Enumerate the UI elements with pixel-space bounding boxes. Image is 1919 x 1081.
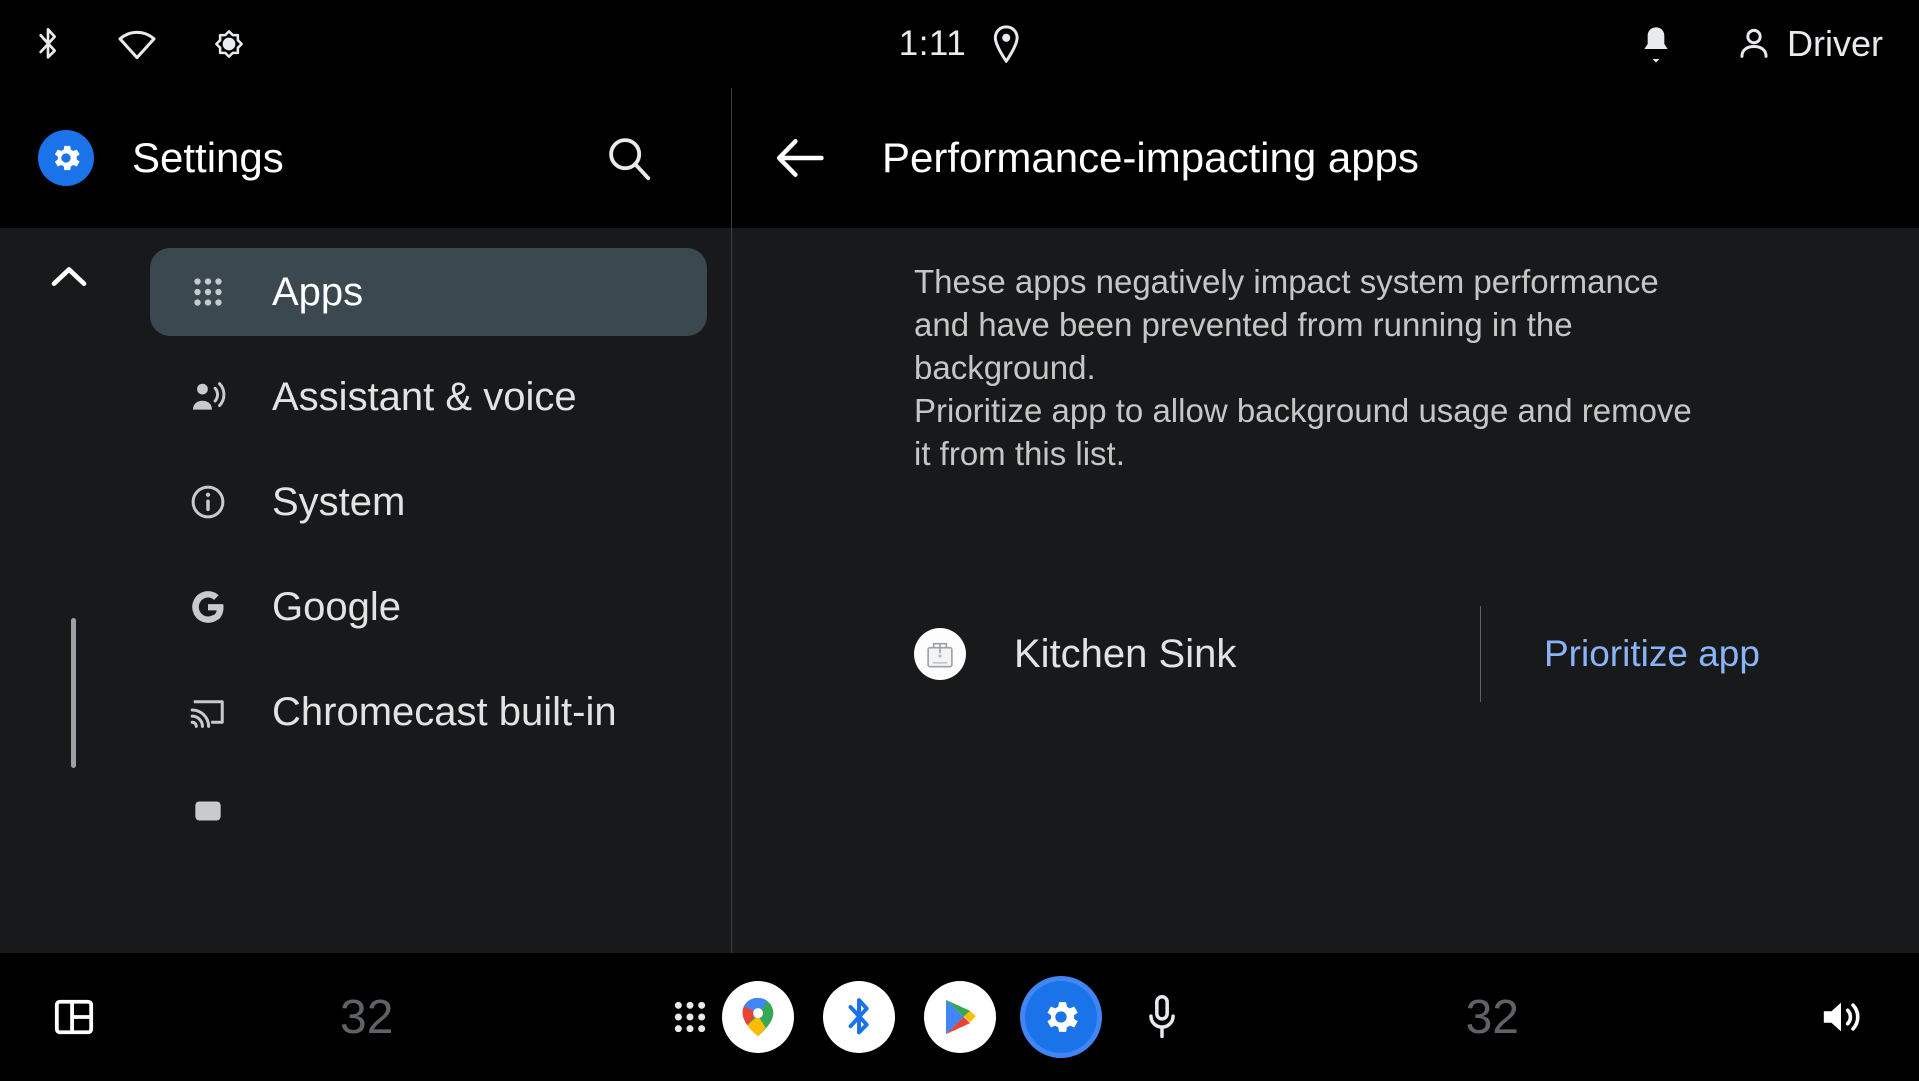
- temperature-right[interactable]: 32: [1466, 990, 1519, 1045]
- sidebar-item-partial[interactable]: [150, 796, 707, 826]
- taskbar-app-icons: [721, 981, 1198, 1053]
- user-name: Driver: [1787, 23, 1883, 64]
- partial-item-icon: [186, 796, 230, 826]
- sidebar-scrollbar[interactable]: [71, 618, 76, 768]
- sidebar-item-label: Chromecast built-in: [272, 689, 617, 734]
- sidebar-item-apps[interactable]: Apps: [150, 248, 707, 336]
- settings-sidebar: Settings Apps Assistant & voice System G…: [0, 88, 731, 953]
- sidebar-item-label: Assistant & voice: [272, 374, 577, 419]
- chevron-down-icon[interactable]: [46, 945, 92, 953]
- location-pin-icon: [992, 25, 1020, 63]
- settings-app-icon[interactable]: [1024, 981, 1097, 1053]
- description-text: These apps negatively impact system perf…: [914, 260, 1714, 475]
- assistant-voice-icon: [186, 375, 230, 419]
- page-title: Settings: [132, 134, 284, 181]
- bluetooth-icon[interactable]: [32, 24, 64, 64]
- body-area: Settings Apps Assistant & voice System G…: [0, 88, 1919, 953]
- status-bar: 1:11 Driver: [0, 0, 1919, 88]
- sidebar-item-label: Google: [272, 584, 401, 629]
- status-bar-center: 1:11: [899, 24, 1021, 64]
- row-divider: [1480, 606, 1481, 702]
- app-grid-icon[interactable]: [668, 995, 712, 1039]
- main-header: Performance-impacting apps: [732, 88, 1919, 228]
- person-icon: [1737, 27, 1771, 61]
- app-name: Kitchen Sink: [1014, 631, 1237, 676]
- sidebar-header: Settings: [0, 88, 731, 228]
- info-circle-icon: [186, 480, 230, 524]
- sidebar-item-label: System: [272, 479, 406, 524]
- volume-icon[interactable]: [1815, 991, 1867, 1043]
- search-icon[interactable]: [599, 128, 659, 188]
- chevron-up-icon[interactable]: [46, 254, 92, 300]
- description-line: These apps negatively impact system perf…: [914, 263, 1659, 386]
- dashboard-layout-icon[interactable]: [50, 993, 98, 1041]
- sidebar-item-assistant-voice[interactable]: Assistant & voice: [150, 353, 707, 441]
- taskbar: 32 32: [0, 953, 1919, 1081]
- sidebar-nav-list: Apps Assistant & voice System Google Chr…: [0, 228, 731, 953]
- app-list-item: Kitchen Sink Prioritize app: [914, 606, 1794, 702]
- kitchen-sink-app-icon: [914, 628, 966, 680]
- status-bar-right: Driver: [1639, 23, 1883, 65]
- clock: 1:11: [898, 24, 967, 63]
- temperature-left[interactable]: 32: [340, 990, 393, 1045]
- back-arrow-icon[interactable]: [770, 127, 832, 189]
- sidebar-item-label: Apps: [272, 269, 364, 314]
- status-bar-left-icons: [0, 24, 248, 64]
- microphone-icon[interactable]: [1126, 981, 1198, 1053]
- description-line: Prioritize app to allow background usage…: [914, 392, 1692, 472]
- cast-icon: [186, 690, 230, 734]
- brightness-icon[interactable]: [210, 25, 248, 63]
- car-settings-screen: 1:11 Driver Settings Apps Assistant & vo…: [0, 0, 1919, 1081]
- sidebar-item-chromecast-built-in[interactable]: Chromecast built-in: [150, 668, 707, 756]
- notification-bell-icon[interactable]: [1639, 24, 1673, 64]
- google-g-icon: [186, 585, 230, 629]
- main-title: Performance-impacting apps: [882, 134, 1419, 181]
- wifi-icon[interactable]: [116, 27, 158, 61]
- sidebar-item-system[interactable]: System: [150, 458, 707, 546]
- prioritize-app-button[interactable]: Prioritize app: [1544, 633, 1760, 675]
- maps-app-icon[interactable]: [721, 981, 794, 1053]
- play-store-app-icon[interactable]: [923, 981, 996, 1053]
- main-panel: Performance-impacting apps These apps ne…: [732, 88, 1919, 953]
- bluetooth-app-icon[interactable]: [822, 981, 895, 1053]
- apps-grid-icon: [186, 270, 230, 314]
- sidebar-item-google[interactable]: Google: [150, 563, 707, 651]
- settings-gear-icon: [38, 130, 94, 186]
- user-profile[interactable]: Driver: [1737, 23, 1883, 65]
